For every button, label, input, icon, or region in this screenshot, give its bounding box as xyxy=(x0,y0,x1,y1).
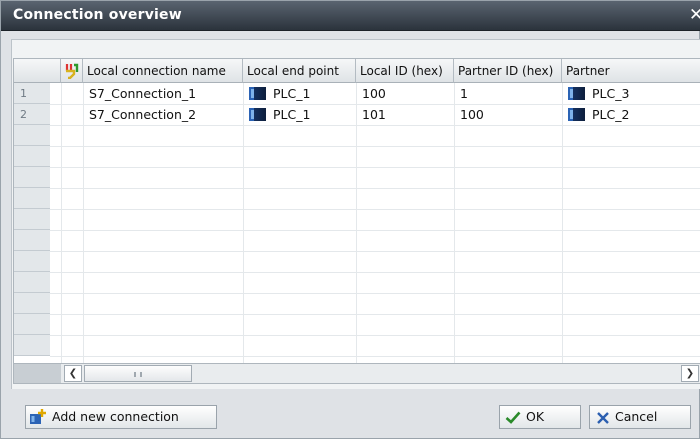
cell-local-end-point-label: PLC_1 xyxy=(273,107,311,122)
checkmark-icon xyxy=(505,411,521,424)
cell-local-end-point[interactable]: PLC_1 xyxy=(245,104,310,125)
plc-device-icon xyxy=(249,108,266,121)
row-number-empty[interactable] xyxy=(14,146,50,167)
dialog-title: Connection overview xyxy=(13,7,182,23)
close-icon[interactable]: ✕ xyxy=(689,5,700,25)
grid-line xyxy=(562,83,563,363)
row-number-empty[interactable] xyxy=(14,251,50,272)
plc-device-icon xyxy=(249,87,266,100)
grip-icon xyxy=(134,372,142,377)
cell-connection-name[interactable]: S7_Connection_2 xyxy=(85,104,196,125)
row-number-empty[interactable] xyxy=(14,209,50,230)
row-number[interactable]: 2 xyxy=(14,104,50,125)
ok-label: OK xyxy=(526,409,545,424)
grid-line xyxy=(50,251,700,252)
row-number-empty[interactable] xyxy=(14,314,50,335)
grid-line xyxy=(50,125,700,126)
grid-line xyxy=(50,146,700,147)
cell-partner-label: PLC_3 xyxy=(592,86,630,101)
cancel-x-icon xyxy=(597,412,609,424)
header-corner xyxy=(14,59,61,83)
cell-partner-label: PLC_2 xyxy=(592,107,630,122)
connection-overview-dialog: Connection overview ✕ Local connection n… xyxy=(0,0,700,439)
grid-line xyxy=(50,230,700,231)
grid-line xyxy=(83,83,84,363)
grid-line xyxy=(50,356,700,357)
header-local-connection-name[interactable]: Local connection name xyxy=(83,59,243,83)
row-number-empty[interactable] xyxy=(14,167,50,188)
plc-device-icon xyxy=(568,108,585,121)
grid-line xyxy=(356,83,357,363)
add-new-connection-button[interactable]: Add new connection xyxy=(25,405,217,429)
scrollbar-corner xyxy=(14,364,61,383)
row-number-empty[interactable] xyxy=(14,272,50,293)
grid-line xyxy=(50,293,700,294)
scroll-thumb[interactable] xyxy=(84,365,192,382)
row-number-empty[interactable] xyxy=(14,293,50,314)
cell-partner-id[interactable]: 1 xyxy=(456,83,468,104)
scroll-right-button[interactable]: ❯ xyxy=(681,365,699,382)
header-local-end-point[interactable]: Local end point xyxy=(243,59,356,83)
cell-connection-name[interactable]: S7_Connection_1 xyxy=(85,83,196,104)
cell-local-id[interactable]: 101 xyxy=(358,104,386,125)
scroll-left-button[interactable]: ❮ xyxy=(64,365,82,382)
chevron-right-icon: ❯ xyxy=(685,368,695,379)
cell-local-id[interactable]: 100 xyxy=(358,83,386,104)
cancel-label: Cancel xyxy=(615,409,658,424)
header-partner-id[interactable]: Partner ID (hex) xyxy=(454,59,562,83)
grid-line xyxy=(50,209,700,210)
cancel-button[interactable]: Cancel xyxy=(589,405,691,429)
grid-line xyxy=(50,188,700,189)
cell-local-end-point-label: PLC_1 xyxy=(273,86,311,101)
grid-line xyxy=(50,314,700,315)
cell-local-end-point[interactable]: PLC_1 xyxy=(245,83,310,104)
connections-table: Local connection name Local end point Lo… xyxy=(13,58,700,364)
horizontal-scrollbar[interactable]: ❮ ❯ xyxy=(13,364,700,384)
grid-line xyxy=(454,83,455,363)
row-number-empty[interactable] xyxy=(14,188,50,209)
add-new-connection-label: Add new connection xyxy=(52,409,179,424)
header-icon-column[interactable] xyxy=(61,59,83,83)
row-number-empty[interactable] xyxy=(14,230,50,251)
row-number-empty[interactable] xyxy=(14,335,50,356)
cell-partner-id[interactable]: 100 xyxy=(456,104,484,125)
network-connection-icon xyxy=(65,63,79,79)
grid-line xyxy=(50,272,700,273)
cell-partner[interactable]: PLC_2 xyxy=(564,104,629,125)
grid-line xyxy=(50,167,700,168)
header-local-id[interactable]: Local ID (hex) xyxy=(356,59,454,83)
row-number-empty[interactable] xyxy=(14,125,50,146)
chevron-left-icon: ❮ xyxy=(68,368,78,379)
add-connection-icon xyxy=(30,409,46,424)
grid-line xyxy=(243,83,244,363)
grid-line xyxy=(61,83,62,363)
cell-partner[interactable]: PLC_3 xyxy=(564,83,629,104)
ok-button[interactable]: OK xyxy=(499,405,581,429)
grid-line xyxy=(50,335,700,336)
plc-device-icon xyxy=(568,87,585,100)
row-number[interactable]: 1 xyxy=(14,83,50,104)
header-partner[interactable]: Partner xyxy=(562,59,700,83)
title-bar: Connection overview ✕ xyxy=(1,1,700,31)
